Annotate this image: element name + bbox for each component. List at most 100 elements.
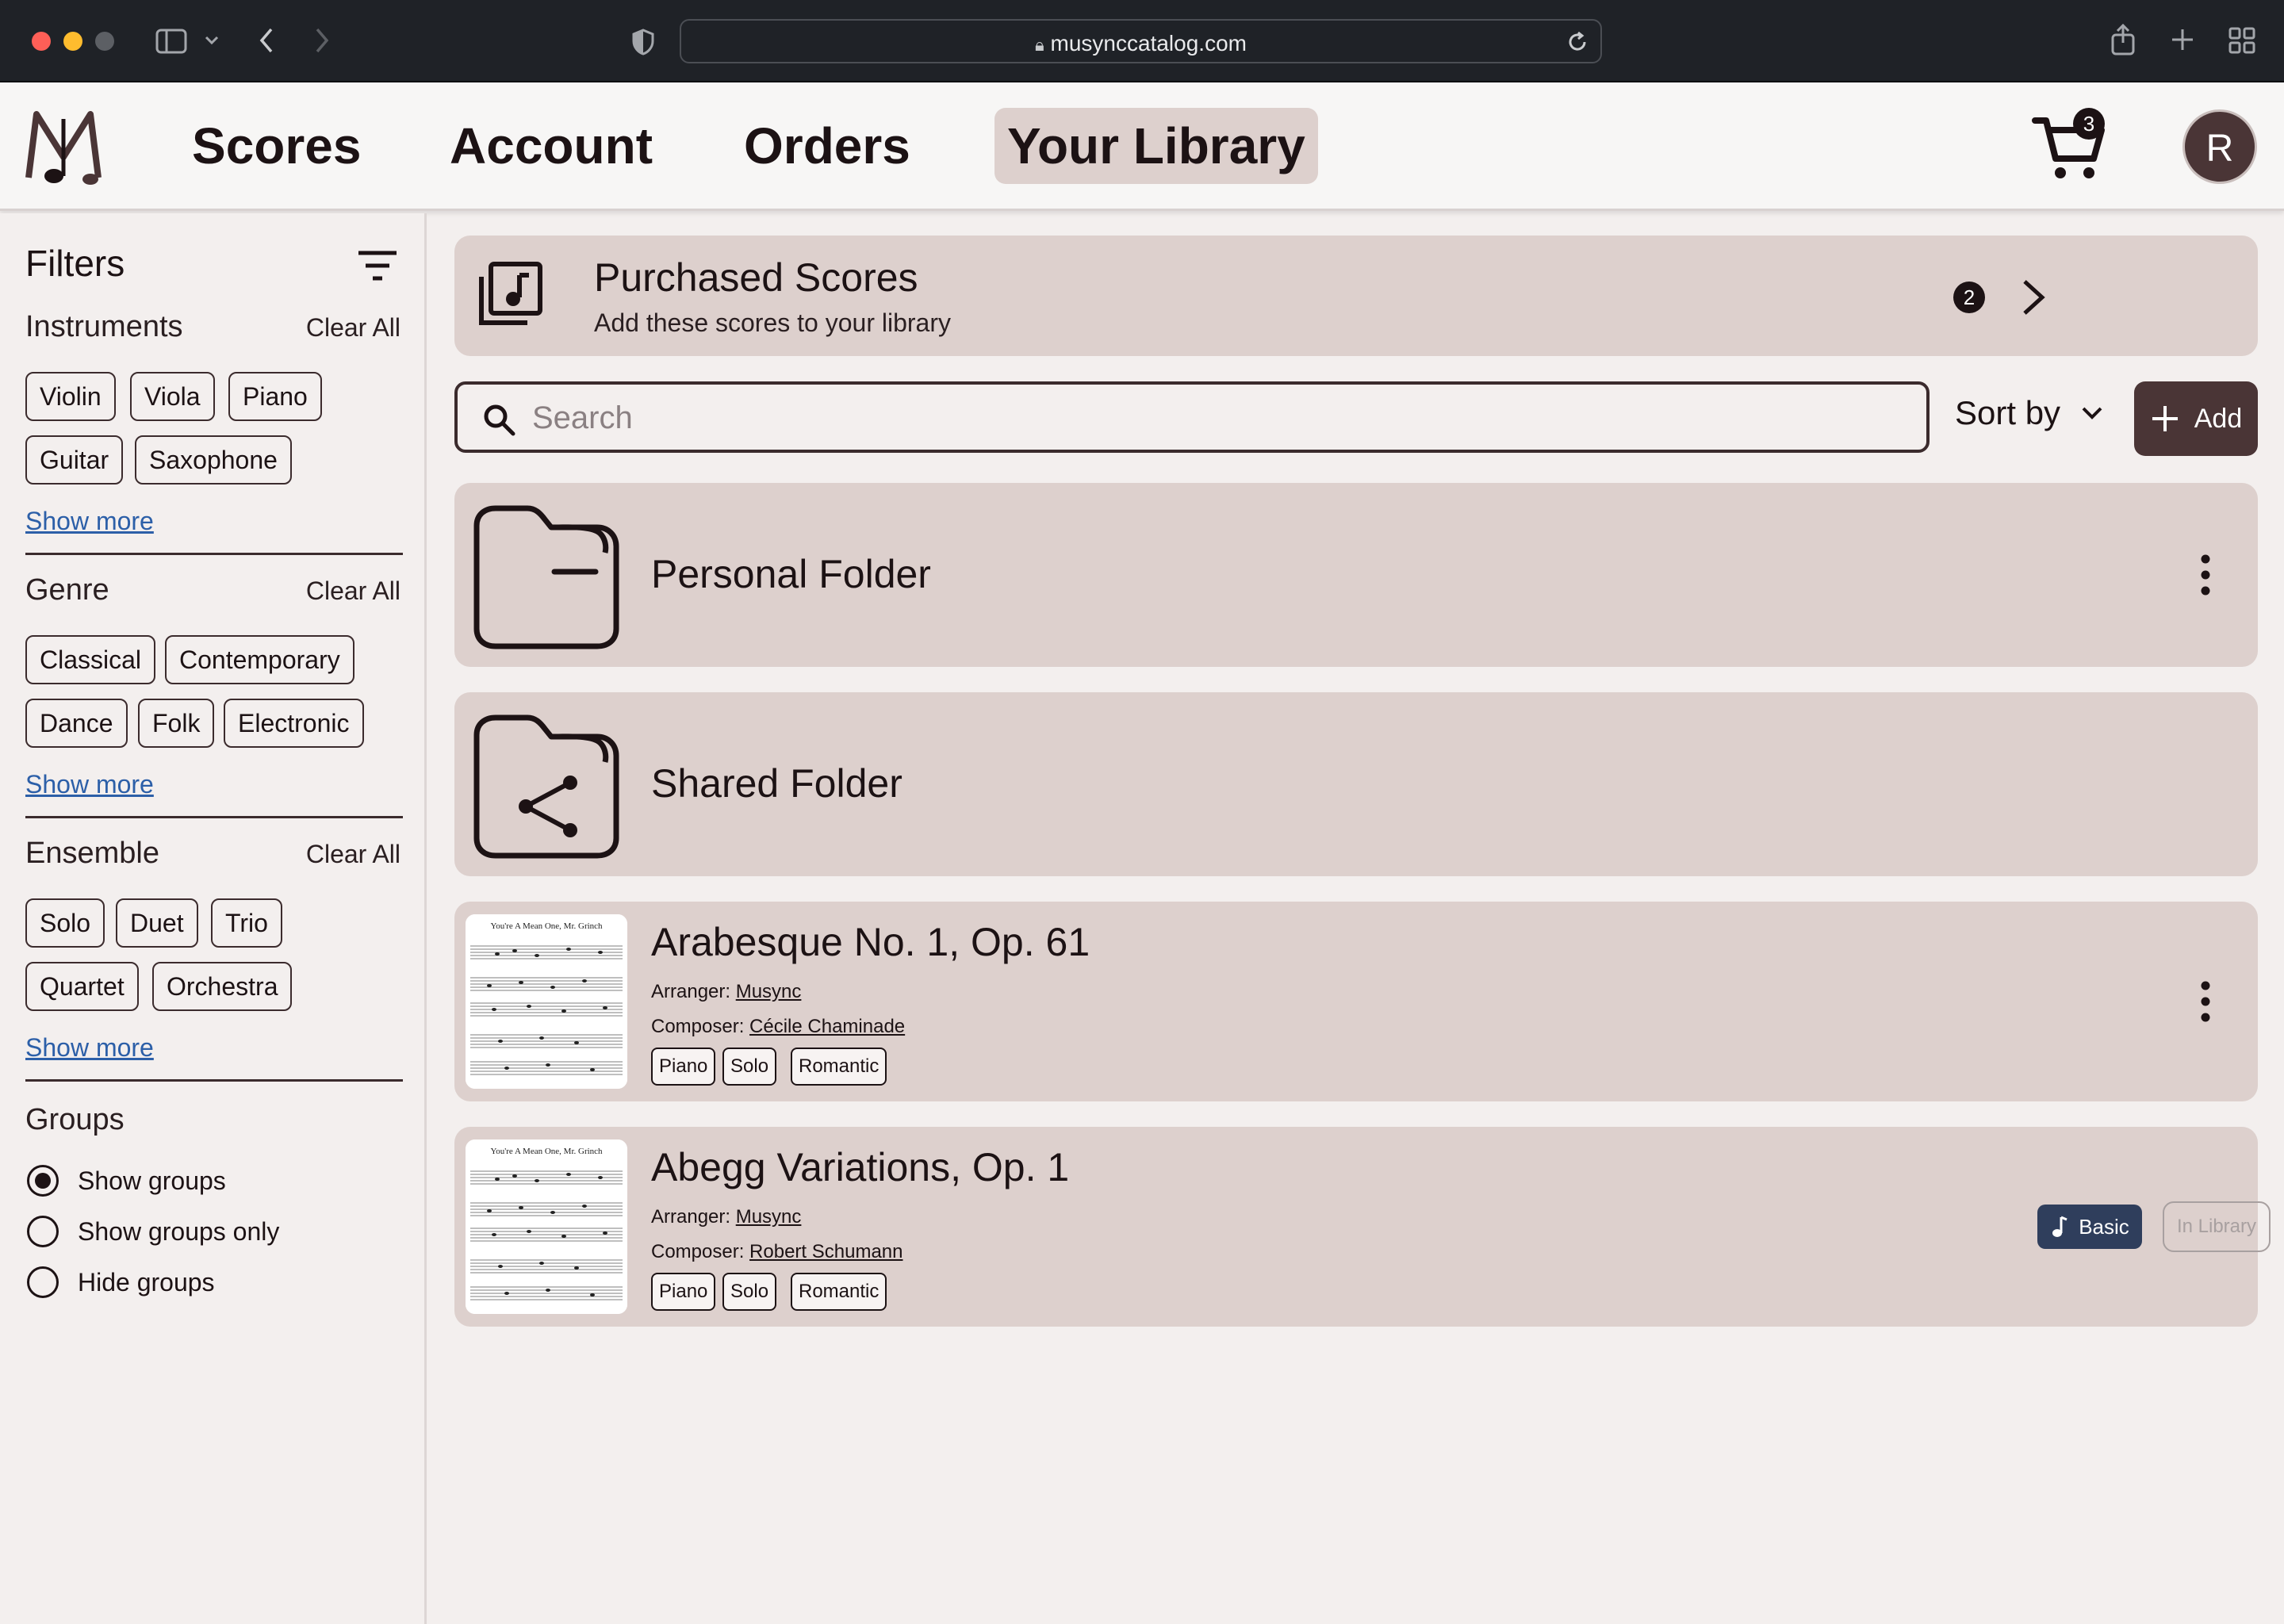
score-arranger: Arranger: Musync [651,981,802,1002]
purchased-scores-subtitle: Add these scores to your library [594,308,951,337]
forward-icon[interactable] [314,27,330,54]
score-composer: Composer: Cécile Chaminade [651,1016,906,1037]
chevron-right-icon[interactable] [2009,275,2056,320]
ensemble-show-more[interactable]: Show more [25,1033,154,1063]
divider [25,816,403,818]
more-options-icon[interactable] [2190,551,2221,599]
avatar[interactable]: R [2182,109,2257,184]
radio-checked-icon[interactable] [27,1165,59,1197]
composer-link[interactable]: Robert Schumann [749,1241,902,1262]
add-button[interactable]: Add [2134,381,2258,456]
score-tag[interactable]: Piano [651,1048,716,1086]
purchased-scores-title: Purchased Scores [594,255,918,300]
score-tag[interactable]: Romantic [791,1048,887,1086]
svg-text:You're A Mean One, Mr. Grinch: You're A Mean One, Mr. Grinch [490,921,603,931]
back-icon[interactable] [259,27,274,54]
search-input[interactable] [532,396,1912,440]
chip-orchestra[interactable]: Orchestra [152,962,293,1011]
chip-piano[interactable]: Piano [228,372,322,421]
folder-row-shared[interactable]: Shared Folder [454,692,2258,876]
chip-dance[interactable]: Dance [25,699,128,748]
privacy-shield-icon[interactable] [631,29,655,56]
chip-electronic[interactable]: Electronic [224,699,364,748]
score-thumbnail: You're A Mean One, Mr. Grinch [466,1139,627,1314]
plus-icon [2152,406,2178,431]
in-library-button[interactable]: In Library [2163,1201,2271,1252]
score-row[interactable]: You're A Mean One, Mr. Grinch Arabesque … [454,902,2258,1101]
score-title[interactable]: Arabesque No. 1, Op. 61 [651,919,1090,965]
radio-show-groups-only[interactable]: Show groups only [27,1216,279,1247]
chip-classical[interactable]: Classical [25,635,156,684]
ensemble-title: Ensemble [25,837,159,870]
nav-orders[interactable]: Orders [731,108,923,184]
cart-count-badge: 3 [2073,108,2105,140]
chip-quartet[interactable]: Quartet [25,962,139,1011]
chip-viola[interactable]: Viola [130,372,215,421]
radio-unchecked-icon[interactable] [27,1266,59,1298]
radio-show-groups[interactable]: Show groups [27,1165,226,1197]
folder-row-personal[interactable]: Personal Folder [454,483,2258,667]
folder-name: Personal Folder [651,552,931,596]
chevron-down-icon [2082,407,2102,419]
chip-folk[interactable]: Folk [138,699,215,748]
zoom-window-button[interactable] [95,32,114,51]
sheet-music-thumbnail: You're A Mean One, Mr. Grinch [466,1139,627,1314]
score-tag[interactable]: Solo [722,1273,777,1311]
nav-your-library[interactable]: Your Library [994,108,1318,184]
score-tag[interactable]: Romantic [791,1273,887,1311]
radio-unchecked-icon[interactable] [27,1216,59,1247]
folder-icon [473,505,619,649]
sidebar-toggle-icon[interactable] [155,29,187,54]
more-options-icon[interactable] [2190,978,2221,1025]
ensemble-clear-all[interactable]: Clear All [306,840,400,869]
arranger-link[interactable]: Musync [736,981,802,1002]
instruments-show-more[interactable]: Show more [25,507,154,536]
instruments-clear-all[interactable]: Clear All [306,313,400,343]
music-library-icon [479,262,542,325]
sheet-music-thumbnail: You're A Mean One, Mr. Grinch [466,914,627,1089]
minimize-window-button[interactable] [63,32,82,51]
search-box[interactable] [454,381,1930,453]
chip-trio[interactable]: Trio [211,898,282,948]
filters-sidebar: Filters Instruments Clear All Violin Vio… [0,213,427,1624]
genre-clear-all[interactable]: Clear All [306,576,400,606]
lock-icon: 🔒︎ [1035,35,1044,55]
score-title[interactable]: Abegg Variations, Op. 1 [651,1144,1069,1190]
divider [25,553,403,555]
tier-badge-basic: Basic [2037,1205,2142,1249]
musync-logo[interactable] [22,105,105,187]
score-tag[interactable]: Solo [722,1048,777,1086]
score-arranger: Arranger: Musync [651,1206,802,1228]
chip-duet[interactable]: Duet [116,898,198,948]
tab-overview-icon[interactable] [2228,27,2255,54]
radio-hide-groups[interactable]: Hide groups [27,1266,215,1298]
composer-link[interactable]: Cécile Chaminade [749,1016,905,1037]
chip-contemporary[interactable]: Contemporary [165,635,354,684]
music-note-icon [2052,1216,2067,1237]
reload-icon[interactable] [1565,30,1589,54]
address-bar[interactable]: 🔒︎ musynccatalog.com [680,19,1602,63]
chip-guitar[interactable]: Guitar [25,435,124,485]
genre-show-more[interactable]: Show more [25,770,154,799]
chip-saxophone[interactable]: Saxophone [135,435,292,485]
score-row[interactable]: You're A Mean One, Mr. Grinch Abegg Vari… [454,1127,2271,1327]
svg-text:You're A Mean One, Mr. Grinch: You're A Mean One, Mr. Grinch [490,1147,603,1156]
score-tag[interactable]: Piano [651,1273,716,1311]
filter-icon[interactable] [355,248,400,283]
nav-scores[interactable]: Scores [179,108,374,184]
nav-account[interactable]: Account [437,108,665,184]
chevron-down-icon[interactable] [205,35,219,46]
arranger-link[interactable]: Musync [736,1206,802,1228]
score-thumbnail: You're A Mean One, Mr. Grinch [466,914,627,1089]
share-icon[interactable] [2110,24,2136,56]
groups-title: Groups [25,1103,125,1136]
new-tab-icon[interactable] [2170,27,2195,52]
filters-title: Filters [25,243,125,284]
chip-violin[interactable]: Violin [25,372,116,421]
sort-by-dropdown[interactable]: Sort by [1955,394,2103,432]
close-window-button[interactable] [32,32,51,51]
app-header: Scores Account Orders Your Library 3 R [0,82,2284,211]
chip-solo[interactable]: Solo [25,898,105,948]
genre-title: Genre [25,573,109,607]
purchased-scores-card[interactable]: Purchased Scores Add these scores to you… [454,236,2258,356]
